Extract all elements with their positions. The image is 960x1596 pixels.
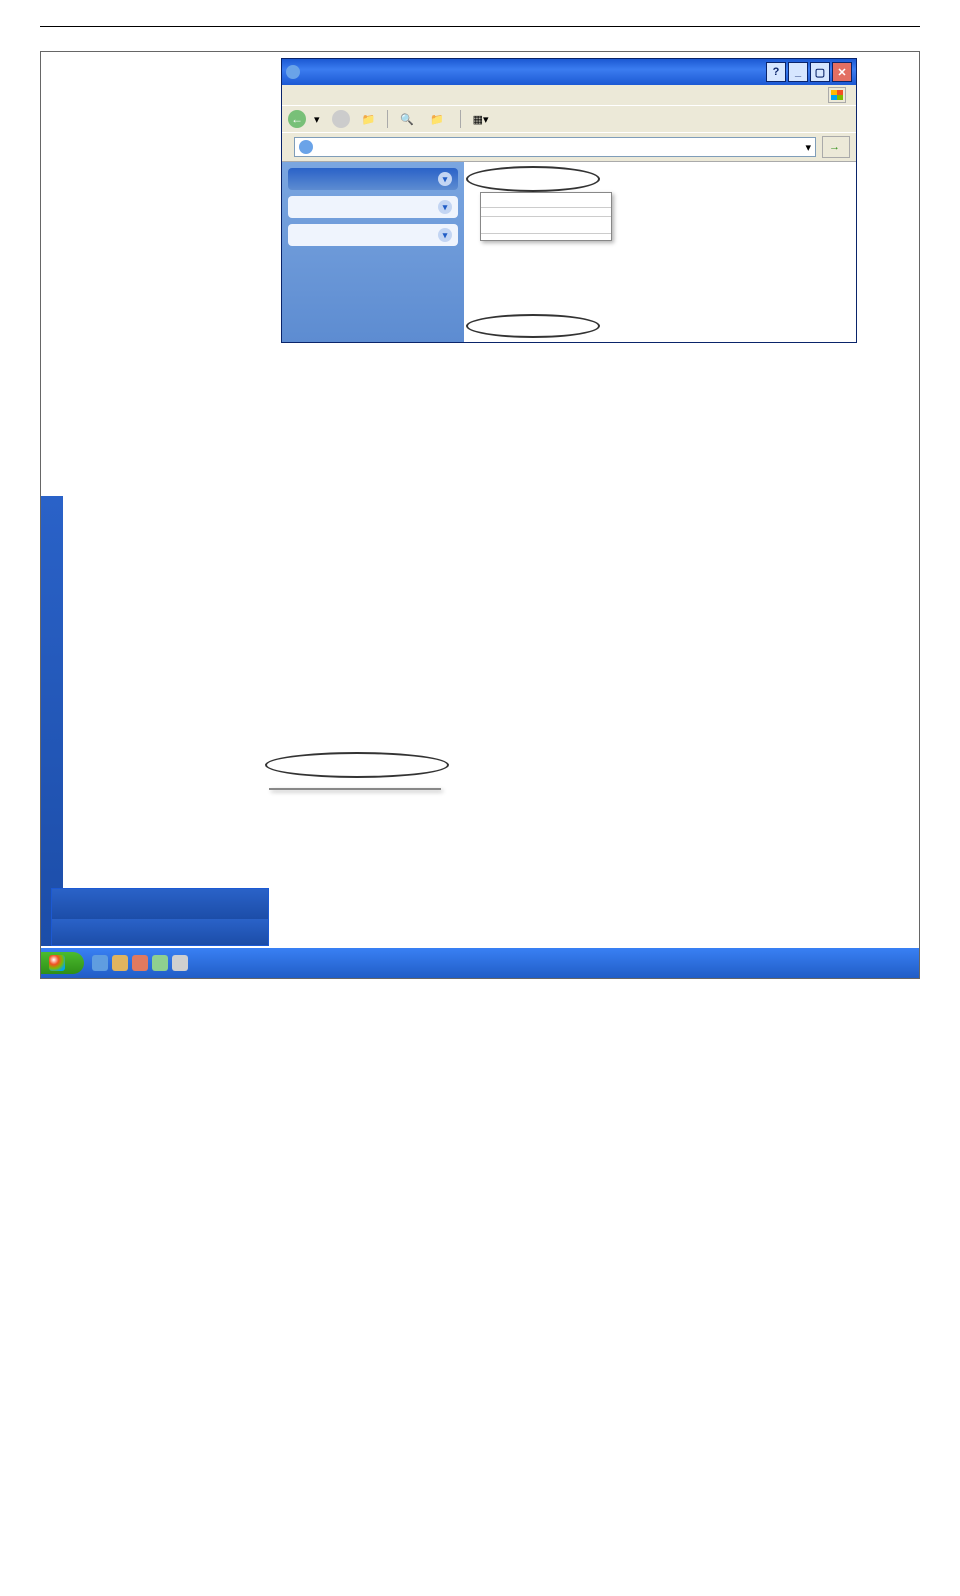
highlight-oval xyxy=(265,752,449,778)
panel-network-tasks[interactable]: ▾ xyxy=(288,168,458,190)
app-icon[interactable] xyxy=(172,955,188,971)
ie-icon[interactable] xyxy=(92,955,108,971)
start-menu-footer xyxy=(52,919,268,945)
folders-button[interactable]: 📁 xyxy=(430,113,448,126)
panel-other-places[interactable]: ▾ xyxy=(288,196,458,218)
app-icon[interactable] xyxy=(132,955,148,971)
page-header xyxy=(40,20,920,27)
ctx-rename[interactable] xyxy=(481,227,611,231)
view-button[interactable]: ▦▾ xyxy=(473,113,489,126)
content-pane xyxy=(464,162,856,342)
ctx-separator xyxy=(481,207,611,208)
highlight-oval xyxy=(466,166,600,192)
explorer-icon[interactable] xyxy=(112,955,128,971)
ctx-bridge[interactable] xyxy=(481,210,611,214)
address-input[interactable]: ▾ xyxy=(294,137,816,157)
go-icon: → xyxy=(829,141,840,153)
start-menu xyxy=(51,888,269,946)
ctx-repair[interactable] xyxy=(481,201,611,205)
toolbar-separator xyxy=(387,110,388,128)
ctx-properties[interactable] xyxy=(481,236,611,240)
toolbar: ← ▾ 📁 🔍 📁 ▦▾ xyxy=(282,106,856,133)
network-icon xyxy=(299,140,313,154)
toolbar-separator-2 xyxy=(460,110,461,128)
context-menu xyxy=(480,192,612,241)
window-body: ▾ ▾ ▾ xyxy=(282,162,856,342)
panel-details[interactable]: ▾ xyxy=(288,224,458,246)
settings-flyout xyxy=(269,788,441,790)
highlight-oval xyxy=(466,314,600,338)
help-button[interactable]: ? xyxy=(766,62,786,82)
taskbar xyxy=(41,948,919,978)
chevron-down-icon: ▾ xyxy=(438,228,452,242)
minimize-button[interactable]: _ xyxy=(788,62,808,82)
ctx-separator xyxy=(481,233,611,234)
app-icon[interactable] xyxy=(152,955,168,971)
window-titlebar[interactable]: ? _ ▢ ✕ xyxy=(282,59,856,85)
network-connections-window: ? _ ▢ ✕ ← ▾ 📁 🔍 xyxy=(281,58,857,343)
forward-button[interactable] xyxy=(332,110,350,128)
start-button[interactable] xyxy=(41,952,84,974)
folders-icon: 📁 xyxy=(430,113,444,126)
windows-logo-icon xyxy=(49,955,65,971)
go-button[interactable]: → xyxy=(822,136,850,158)
tasks-panel: ▾ ▾ ▾ xyxy=(282,162,464,342)
xp-brand-band xyxy=(41,496,63,946)
back-button[interactable]: ← ▾ xyxy=(288,110,320,128)
search-button[interactable]: 🔍 xyxy=(400,113,418,126)
dropdown-icon: ▾ xyxy=(314,113,320,126)
back-icon: ← xyxy=(288,110,306,128)
search-icon: 🔍 xyxy=(400,113,414,126)
windows-logo-icon xyxy=(828,87,846,103)
chevron-down-icon: ▾ xyxy=(438,172,452,186)
up-button[interactable]: 📁 xyxy=(362,113,376,126)
address-bar: ▾ → xyxy=(282,133,856,162)
chevron-down-icon[interactable]: ▾ xyxy=(805,141,811,154)
close-button[interactable]: ✕ xyxy=(832,62,852,82)
menu-bar xyxy=(282,85,856,106)
network-icon xyxy=(286,65,300,79)
quick-launch xyxy=(92,955,188,971)
maximize-button[interactable]: ▢ xyxy=(810,62,830,82)
start-menu-header xyxy=(52,889,268,919)
ctx-separator xyxy=(481,216,611,217)
chevron-down-icon: ▾ xyxy=(438,200,452,214)
screenshot-area: ? _ ▢ ✕ ← ▾ 📁 🔍 xyxy=(40,51,920,979)
